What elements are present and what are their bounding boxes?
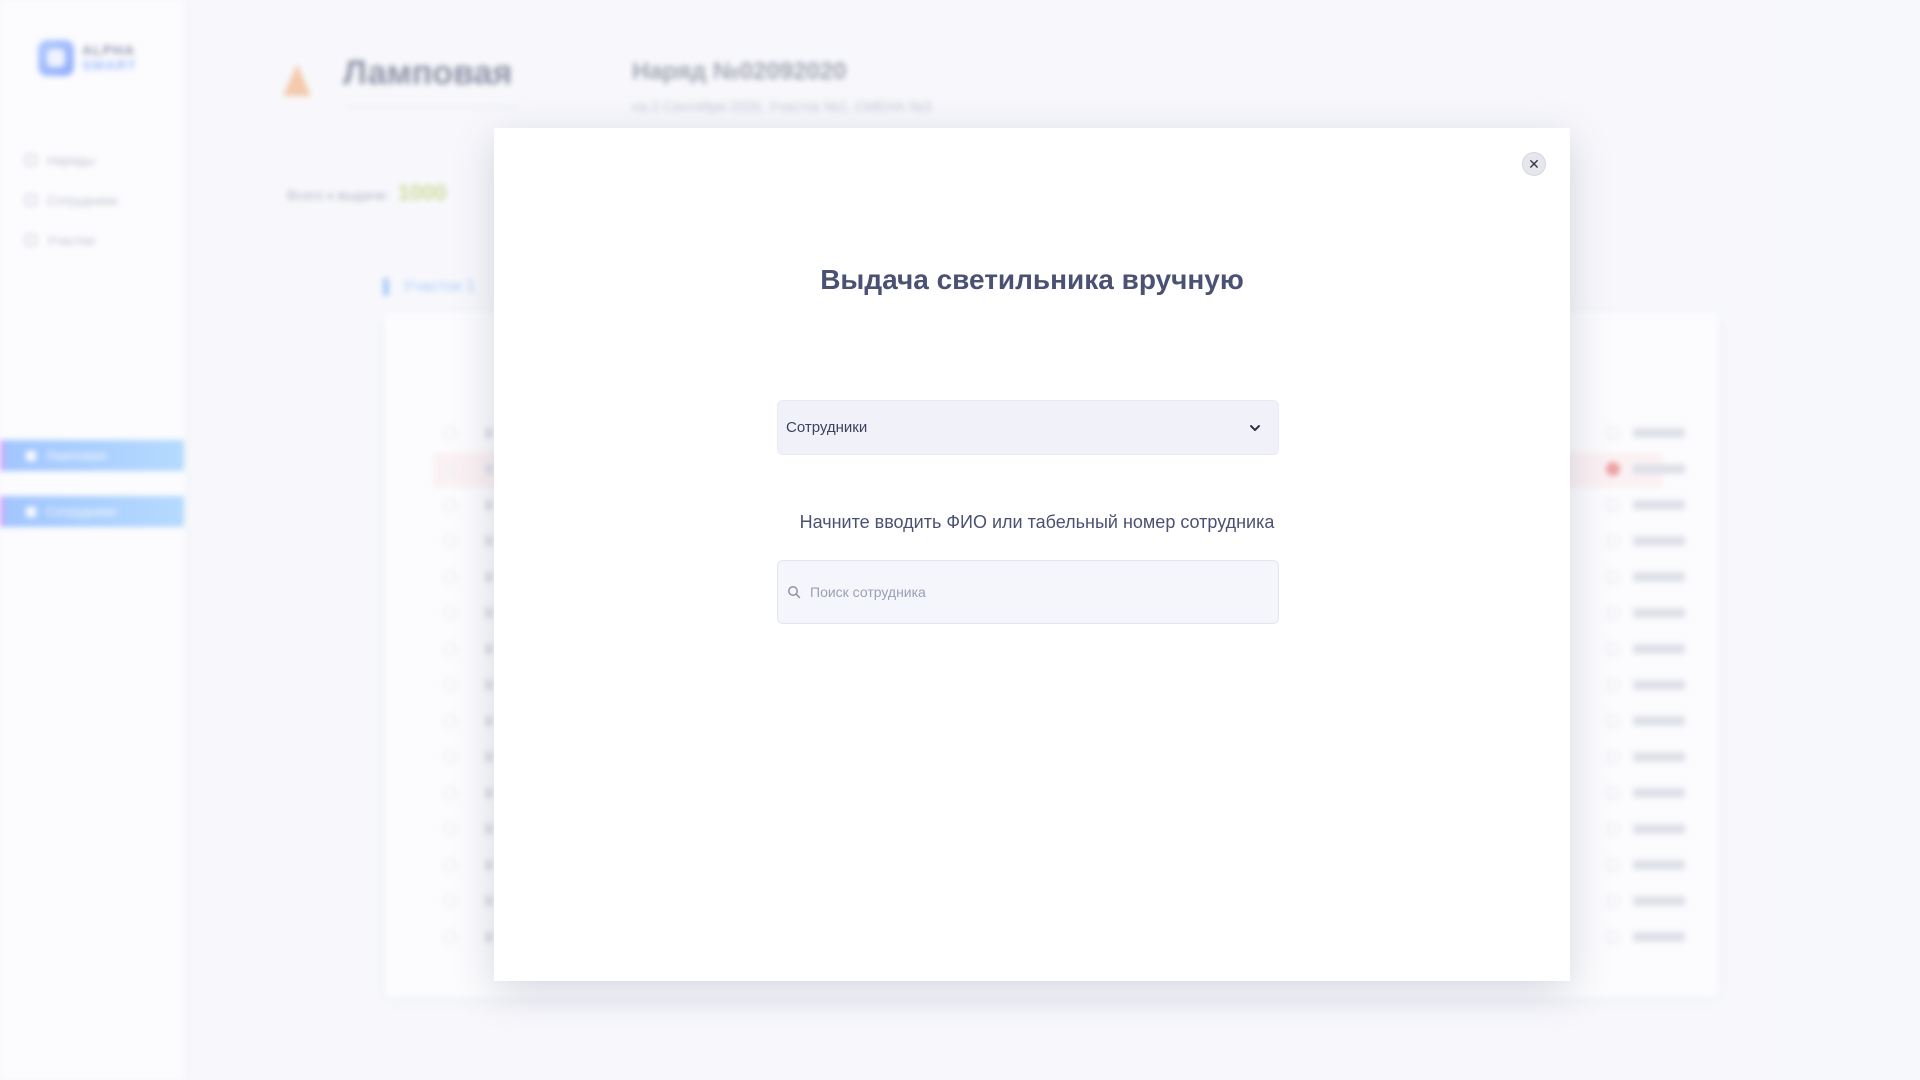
search-input[interactable] (810, 561, 1278, 623)
close-icon: ✕ (1528, 156, 1540, 172)
close-button[interactable]: ✕ (1522, 152, 1546, 176)
search-field[interactable] (777, 560, 1279, 624)
employee-category-select[interactable]: Сотрудники (777, 400, 1279, 455)
dialog-title: Выдача светильника вручную (820, 264, 1244, 295)
chevron-down-icon (1250, 424, 1260, 431)
search-icon (788, 586, 801, 599)
select-value: Сотрудники (786, 419, 868, 436)
manual-issue-dialog: ✕ Выдача светильника вручную Сотрудники … (494, 128, 1570, 981)
search-hint: Начните вводить ФИО или табельный номер … (799, 512, 1275, 532)
